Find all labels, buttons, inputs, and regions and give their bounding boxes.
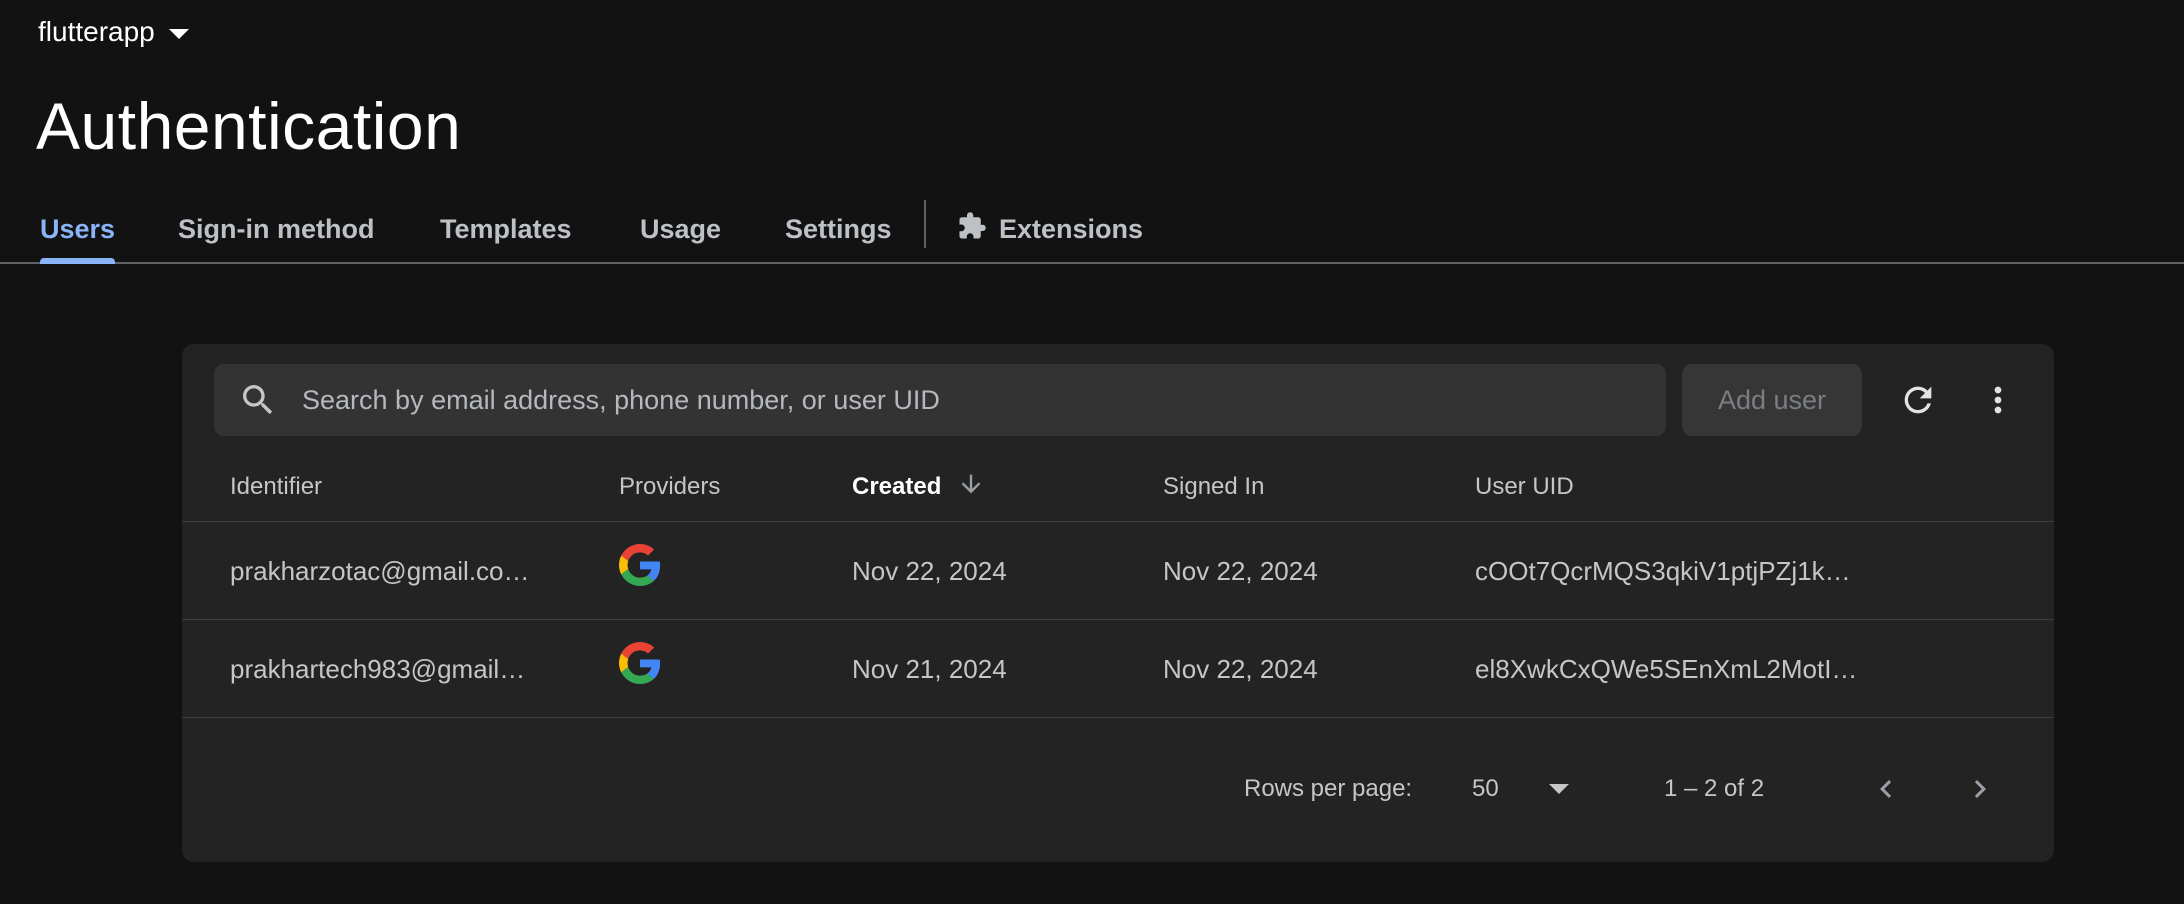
active-tab-indicator <box>40 258 116 264</box>
column-header-created[interactable]: Created <box>852 452 985 522</box>
caret-down-icon <box>1548 784 1569 794</box>
column-label: Providers <box>619 473 721 500</box>
users-table-card: Add user Identifier Providers Created Si… <box>182 344 2054 862</box>
tab-templates[interactable]: Templates <box>440 196 572 262</box>
search-box <box>214 364 1666 436</box>
extension-puzzle-icon <box>957 211 987 248</box>
column-header-signed-in[interactable]: Signed In <box>1163 452 1264 522</box>
tab-settings[interactable]: Settings <box>785 196 892 262</box>
column-label: User UID <box>1475 473 1574 500</box>
arrow-down-icon <box>957 470 985 505</box>
user-uid-cell: el8XwkCxQWe5SEnXmL2MotI… <box>1475 653 1858 684</box>
search-icon <box>214 380 302 420</box>
column-header-identifier[interactable]: Identifier <box>230 452 322 522</box>
project-name: flutterapp <box>38 16 155 47</box>
prev-page-wrap <box>1862 754 1910 824</box>
rows-per-page-select[interactable]: 50 <box>1472 754 1569 824</box>
tab-sign-in-method[interactable]: Sign-in method <box>178 196 374 262</box>
table-header: Identifier Providers Created Signed In U… <box>182 452 2054 522</box>
tab-label: Sign-in method <box>178 213 375 244</box>
pagination-range: 1 – 2 of 2 <box>1664 775 1765 802</box>
tab-users[interactable]: Users <box>40 196 116 264</box>
project-switcher[interactable]: flutterapp <box>38 16 189 48</box>
tab-extensions[interactable]: Extensions <box>957 196 1143 262</box>
refresh-icon[interactable] <box>1892 374 1944 426</box>
table-row[interactable]: prakhartech983@gmail… Nov 21, 2024 Nov 2… <box>182 620 2054 718</box>
add-user-button[interactable]: Add user <box>1682 364 1862 436</box>
caret-down-icon <box>168 29 189 39</box>
column-label: Signed In <box>1163 473 1265 500</box>
chevron-left-icon[interactable] <box>1862 765 1910 813</box>
page-title: Authentication <box>36 89 462 163</box>
google-icon <box>619 620 661 718</box>
signed-in-cell: Nov 22, 2024 <box>1163 653 1318 684</box>
signed-in-cell: Nov 22, 2024 <box>1163 555 1318 586</box>
rows-per-page-value: 50 <box>1472 775 1499 802</box>
table-row[interactable]: prakharzotac@gmail.co… Nov 22, 2024 Nov … <box>182 522 2054 620</box>
tab-usage[interactable]: Usage <box>640 196 721 262</box>
identifier-cell: prakharzotac@gmail.co… <box>230 555 530 586</box>
created-cell: Nov 22, 2024 <box>852 555 1007 586</box>
more-vert-icon[interactable] <box>1972 374 2024 426</box>
search-input[interactable] <box>302 364 1666 436</box>
created-cell: Nov 21, 2024 <box>852 653 1007 684</box>
identifier-cell: prakhartech983@gmail… <box>230 653 526 684</box>
tab-label: Templates <box>440 213 572 244</box>
rows-per-page-label: Rows per page: <box>1244 775 1413 802</box>
tab-label: Settings <box>785 213 892 244</box>
tab-label: Extensions <box>999 213 1144 244</box>
next-page-wrap <box>1956 754 2004 824</box>
user-uid-cell: cOOt7QcrMQS3qkiV1ptjPZj1k… <box>1475 555 1851 586</box>
column-label: Identifier <box>230 473 323 500</box>
tab-label: Usage <box>640 213 722 244</box>
pagination-footer: Rows per page: 50 1 – 2 of 2 <box>182 754 2054 824</box>
tab-label: Users <box>40 213 116 244</box>
tab-divider <box>924 200 926 248</box>
column-label: Created <box>852 473 942 500</box>
chevron-right-icon[interactable] <box>1956 765 2004 813</box>
tab-bar: Users Sign-in method Templates Usage Set… <box>0 196 2184 264</box>
column-header-providers: Providers <box>619 452 720 522</box>
google-icon <box>619 522 661 620</box>
column-header-user-uid[interactable]: User UID <box>1475 452 1574 522</box>
